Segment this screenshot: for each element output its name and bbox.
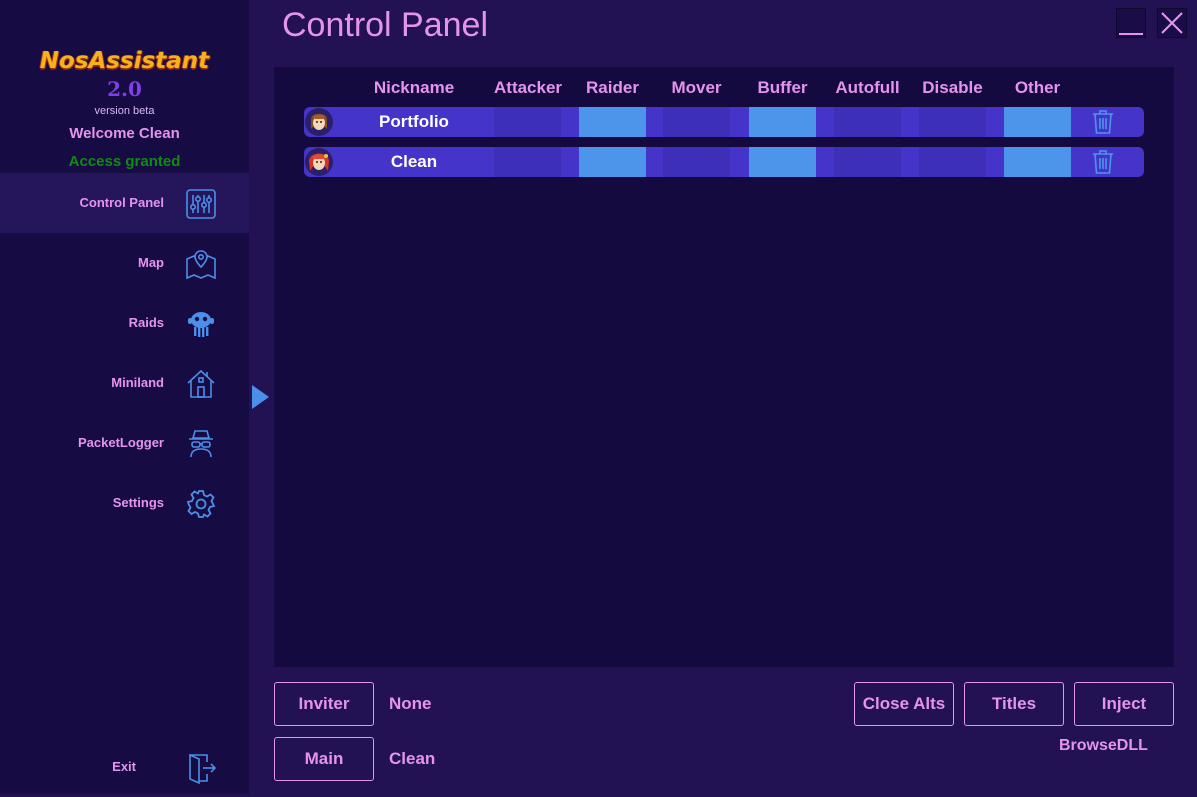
toggle-other[interactable]: [1004, 147, 1071, 177]
app-logo: NosAssistant: [39, 48, 210, 74]
sidebar-item-label: Miniland: [111, 375, 164, 390]
toggle-other[interactable]: [1004, 107, 1071, 137]
avatar: [304, 147, 334, 177]
close-icon: [1161, 12, 1183, 34]
exit-door-icon: [185, 752, 217, 785]
toggle-raider[interactable]: [579, 147, 646, 177]
column-header-nickname: Nickname: [373, 78, 455, 97]
toggle-mover[interactable]: [663, 107, 730, 137]
sidebar: NosAssistant 2.0 version beta Welcome Cl…: [0, 0, 249, 794]
main-value: Clean: [389, 749, 436, 768]
column-header-attacker: Attacker: [494, 78, 563, 97]
minimize-button[interactable]: [1116, 8, 1146, 38]
sidebar-item-label: PacketLogger: [78, 435, 164, 450]
sidebar-item-label: Raids: [128, 315, 164, 330]
welcome-text: Welcome Clean: [69, 125, 180, 142]
toggle-raider[interactable]: [579, 107, 646, 137]
toggle-attacker[interactable]: [494, 147, 561, 177]
toggle-buffer[interactable]: [749, 107, 816, 137]
app-logo-version: 2.0: [107, 77, 142, 101]
avatar: [304, 107, 334, 137]
browse-dll-link[interactable]: BrowseDLL: [1059, 737, 1148, 755]
inviter-button[interactable]: Inviter: [274, 682, 374, 726]
toggle-attacker[interactable]: [494, 107, 561, 137]
toggle-disable[interactable]: [919, 107, 986, 137]
inviter-value: None: [389, 694, 432, 713]
sidebar-item-exit[interactable]: Exit: [0, 737, 249, 797]
house-icon: [185, 368, 217, 400]
sidebar-toggle-arrow[interactable]: [252, 385, 269, 409]
sidebar-item-miniland[interactable]: Miniland: [0, 353, 249, 413]
sidebar-item-packetlogger[interactable]: PacketLogger: [0, 413, 249, 473]
gear-icon: [185, 488, 217, 520]
row-nickname: Portfolio: [379, 112, 449, 131]
row-nickname: Clean: [390, 152, 438, 171]
sidebar-item-settings[interactable]: Settings: [0, 473, 249, 533]
version-label: version beta: [94, 105, 155, 117]
sidebar-item-control-panel[interactable]: Control Panel: [0, 173, 249, 233]
table-row: Portfolio: [304, 107, 1144, 137]
column-header-disable: Disable: [922, 78, 983, 97]
toggle-disable[interactable]: [919, 147, 986, 177]
sliders-icon: [185, 188, 217, 220]
toggle-mover[interactable]: [663, 147, 730, 177]
sidebar-item-label: Exit: [112, 759, 136, 774]
main-button[interactable]: Main: [274, 737, 374, 781]
map-pin-icon: [185, 248, 217, 280]
sidebar-item-raids[interactable]: Raids: [0, 293, 249, 353]
column-header-other: Other: [1014, 78, 1061, 97]
column-header-buffer: Buffer: [757, 78, 808, 97]
close-button[interactable]: [1157, 8, 1187, 38]
sidebar-item-label: Map: [138, 255, 164, 270]
table-row: Clean: [304, 147, 1144, 177]
spy-icon: [185, 428, 217, 460]
close-alts-button[interactable]: Close Alts: [854, 682, 954, 726]
toggle-autofull[interactable]: [834, 107, 901, 137]
column-header-raider: Raider: [586, 78, 639, 97]
inject-button[interactable]: Inject: [1074, 682, 1174, 726]
access-status: Access granted: [68, 153, 181, 170]
toggle-autofull[interactable]: [834, 147, 901, 177]
monster-icon: [185, 308, 217, 340]
column-header-mover: Mover: [671, 78, 722, 97]
page-title: Control Panel: [282, 6, 489, 44]
toggle-buffer[interactable]: [749, 147, 816, 177]
sidebar-item-label: Settings: [112, 495, 164, 510]
trash-icon[interactable]: [1090, 109, 1116, 135]
sidebar-item-label: Control Panel: [79, 195, 164, 210]
titles-button[interactable]: Titles: [964, 682, 1064, 726]
trash-icon[interactable]: [1090, 149, 1116, 175]
column-header-autofull: Autofull: [835, 78, 900, 97]
sidebar-item-map[interactable]: Map: [0, 233, 249, 293]
